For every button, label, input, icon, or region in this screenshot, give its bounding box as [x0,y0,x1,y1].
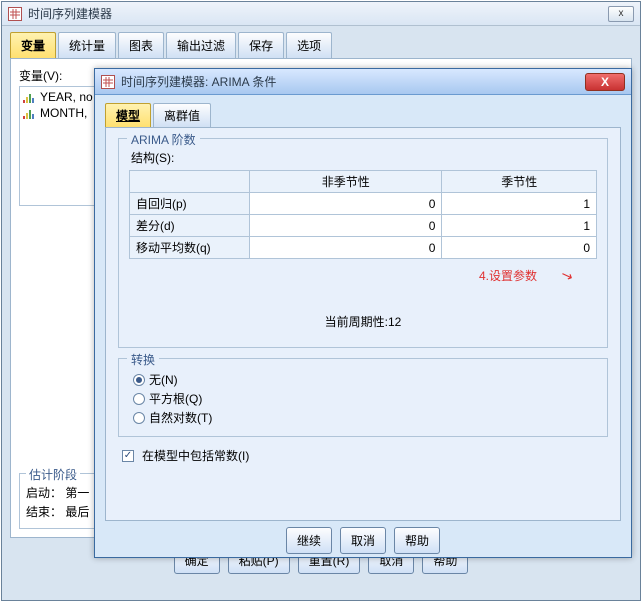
transform-group: 转换 无(N) 平方根(Q) 自然对数(T) [118,358,608,437]
main-tabstrip: 变量 统计量 图表 输出过滤 保存 选项 [10,32,632,58]
periodicity-label: 当前周期性:12 [129,307,597,332]
continue-button[interactable]: 继续 [286,527,332,554]
estimation-legend: 估计阶段 [26,466,80,483]
titlebar: 时间序列建模器 x [2,2,640,26]
list-item[interactable]: YEAR, no [22,89,96,105]
tab-save[interactable]: 保存 [238,32,284,58]
tab-model[interactable]: 模型 [105,103,151,127]
cell-d-seasonal[interactable]: 1 [442,215,597,237]
radio-label: 平方根(Q) [149,390,202,407]
annotation-text: 4.设置参数 [129,267,597,284]
table-header-blank [130,171,250,193]
row-d-label: 差分(d) [130,215,250,237]
transform-legend: 转换 [127,351,159,368]
dialog-body: 模型 离群值 ARIMA 阶数 结构(S): 非季节性 季节性 自回归(p) 0… [95,95,631,556]
table-header-seasonal: 季节性 [442,171,597,193]
scale-icon [22,108,36,119]
arima-order-legend: ARIMA 阶数 [127,131,200,148]
window-close-button[interactable]: x [608,6,634,22]
table-header-nonseasonal: 非季节性 [250,171,442,193]
arima-structure-table[interactable]: 非季节性 季节性 自回归(p) 0 1 差分(d) 0 1 移动平均数(q) [129,170,597,259]
checkbox-label: 在模型中包括常数(I) [142,447,249,464]
dialog-title: 时间序列建模器: ARIMA 条件 [121,73,585,90]
app-icon [8,7,22,21]
window-buttons: x [608,6,634,22]
dialog-help-button[interactable]: 帮助 [394,527,440,554]
dialog-titlebar: 时间序列建模器: ARIMA 条件 X [95,69,631,95]
radio-none[interactable]: 无(N) [133,371,597,388]
row-ar-label: 自回归(p) [130,193,250,215]
radio-icon [133,412,145,424]
list-item-label: YEAR, no [40,90,93,104]
structure-label: 结构(S): [131,149,597,166]
radio-icon [133,393,145,405]
radio-icon [133,374,145,386]
dialog-cancel-button[interactable]: 取消 [340,527,386,554]
scale-icon [22,92,36,103]
dialog-close-button[interactable]: X [585,73,625,91]
table-row: 移动平均数(q) 0 0 [130,237,597,259]
radio-label: 无(N) [149,371,178,388]
estimation-start: 启动： 第一 [26,484,90,501]
checkbox-icon [122,450,134,462]
arima-dialog: 时间序列建模器: ARIMA 条件 X 模型 离群值 ARIMA 阶数 结构(S… [94,68,632,558]
radio-label: 自然对数(T) [149,409,212,426]
cell-ma-nonseasonal[interactable]: 0 [250,237,442,259]
cell-ma-seasonal[interactable]: 0 [442,237,597,259]
estimation-group: 估计阶段 启动： 第一 结束： 最后 [19,473,97,529]
dialog-tabstrip: 模型 离群值 [105,103,621,127]
list-item[interactable]: MONTH, [22,105,96,121]
tab-output-filter[interactable]: 输出过滤 [166,32,236,58]
cell-d-nonseasonal[interactable]: 0 [250,215,442,237]
table-row: 差分(d) 0 1 [130,215,597,237]
dialog-button-bar: 继续 取消 帮助 [105,527,621,554]
row-ma-label: 移动平均数(q) [130,237,250,259]
arima-order-group: ARIMA 阶数 结构(S): 非季节性 季节性 自回归(p) 0 1 差分(d… [118,138,608,348]
tab-charts[interactable]: 图表 [118,32,164,58]
tab-outliers[interactable]: 离群值 [153,103,211,127]
tab-variable[interactable]: 变量 [10,32,56,58]
estimation-end: 结束： 最后 [26,503,90,520]
cell-ar-seasonal[interactable]: 1 [442,193,597,215]
table-row: 自回归(p) 0 1 [130,193,597,215]
tab-statistics[interactable]: 统计量 [58,32,116,58]
dialog-panel: ARIMA 阶数 结构(S): 非季节性 季节性 自回归(p) 0 1 差分(d… [105,127,621,521]
list-item-label: MONTH, [40,106,87,120]
variables-listbox[interactable]: YEAR, no MONTH, [19,86,99,206]
radio-sqrt[interactable]: 平方根(Q) [133,390,597,407]
tab-options[interactable]: 选项 [286,32,332,58]
include-constant-checkbox[interactable]: 在模型中包括常数(I) [122,447,608,464]
radio-log[interactable]: 自然对数(T) [133,409,597,426]
window-title: 时间序列建模器 [28,5,608,22]
cell-ar-nonseasonal[interactable]: 0 [250,193,442,215]
app-icon [101,75,115,89]
